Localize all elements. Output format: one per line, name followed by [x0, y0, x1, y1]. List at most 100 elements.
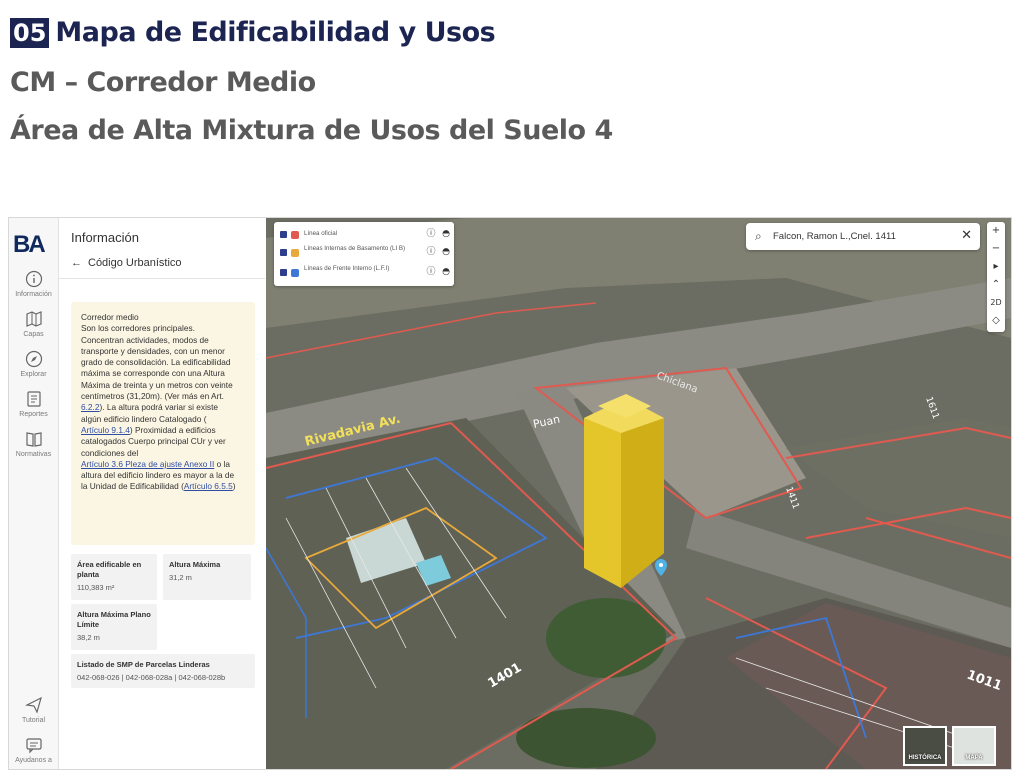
info-line: altura del edificio lindero es mayor a l… [81, 470, 235, 481]
info-icon[interactable]: ⓘ [426, 267, 436, 277]
rail-label-ayudanos: Ayudanos a [15, 757, 52, 764]
info-line: la Unidad de Edificabilidad (Artículo 6.… [81, 481, 245, 492]
info-line: centímetros (31,20m). (Ver más en Art. [81, 391, 224, 402]
card-smp-linderas: Listado de SMP de Parcelas Linderas 042-… [71, 654, 255, 688]
slide-subtitle: CM – Corredor Medio [10, 67, 316, 98]
basemap-historica-thumb[interactable]: HISTÓRICA [903, 726, 947, 766]
card-value: 110,383 m² [77, 583, 115, 592]
rail-label-explorar: Explorar [20, 371, 47, 378]
map-layers-icon [25, 311, 42, 327]
legend-swatch [291, 269, 299, 277]
legend-label: Línea oficial [304, 230, 338, 237]
info-icon[interactable]: ⓘ [426, 247, 436, 257]
link-art-3-6[interactable]: Artículo 3.6 Pleza de ajuste Anexo II [81, 459, 214, 469]
ba-logo: BA [13, 231, 46, 258]
app-screenshot: BA Información Capas Explorar Reportes N… [8, 217, 1012, 770]
slide-title: 05 Mapa de Edificabilidad y Usos [10, 16, 496, 50]
toggle-2d-button[interactable]: 2D [987, 294, 1005, 312]
rail-label-normativas: Normativas [15, 451, 52, 458]
card-label: Área edificable en planta [77, 560, 142, 579]
info-line: algún edificio lindero Catalogado ( [81, 413, 207, 424]
info-heading: Corredor medio [81, 312, 139, 322]
report-icon [26, 391, 41, 407]
card-value: 31,2 m [169, 573, 192, 582]
info-text: ). La altura podrá variar si existe [99, 402, 218, 413]
map-controls: + − ▸ ⌃ 2D ◇ [987, 222, 1005, 332]
chat-icon [25, 738, 42, 754]
panel-divider [59, 278, 265, 279]
rail-item-reportes[interactable]: Reportes [9, 390, 58, 419]
search-icon: ⌕ [755, 229, 762, 243]
rail-item-capas[interactable]: Capas [9, 310, 58, 339]
back-link[interactable]: ← Código Urbanístico [71, 256, 182, 270]
link-art-6-5-5[interactable]: Artículo 6.5.5 [184, 481, 233, 491]
info-text: la Unidad de Edificabilidad ( [81, 481, 184, 492]
info-line: Artículo 3.6 Pleza de ajuste Anexo II o … [81, 459, 245, 470]
info-text: o la [214, 458, 230, 469]
compass-button[interactable]: ▸ [987, 258, 1005, 276]
back-link-label: Código Urbanístico [88, 257, 182, 269]
panel-title: Información [71, 230, 139, 245]
legend-checkbox[interactable] [280, 269, 287, 276]
info-line: Artículo 9.1.4) Proximidad a edificios [81, 425, 245, 436]
visibility-icon[interactable]: ◓ [441, 247, 451, 257]
measure-button[interactable]: ◇ [987, 312, 1005, 330]
rail-item-normativas[interactable]: Normativas [9, 430, 58, 459]
legend-label: Líneas Internas de Basamento (LI B) [304, 245, 406, 252]
legend-label: Líneas de Frente Interno (L.F.I) [304, 265, 390, 272]
card-area-edificable: Área edificable en planta 110,383 m² [71, 554, 157, 600]
search-value[interactable]: Falcon, Ramon L.,Cnel. 1411 [773, 230, 896, 243]
rail-label-informacion: Información [15, 291, 52, 298]
clear-search-icon[interactable]: ✕ [961, 228, 972, 243]
thumb-label: MAPA [965, 755, 983, 761]
book-icon [25, 432, 42, 447]
legend-swatch [291, 249, 299, 257]
send-icon [24, 696, 42, 714]
card-label: Listado de SMP de Parcelas Linderas [77, 660, 210, 669]
info-line: catalogados Cuerpo principal CUr y ver [81, 436, 226, 447]
legend-swatch [291, 231, 299, 239]
zoom-in-button[interactable]: + [987, 222, 1005, 240]
rail-item-tutorial[interactable]: Tutorial [9, 696, 58, 725]
link-art-6-2-2[interactable]: 6.2.2 [81, 402, 99, 412]
rail-item-informacion[interactable]: Información [9, 270, 58, 299]
info-text: ) [232, 481, 236, 492]
address-search-box[interactable]: ⌕ Falcon, Ramon L.,Cnel. 1411 ✕ [746, 223, 980, 250]
card-altura-maxima: Altura Máxima 31,2 m [163, 554, 251, 600]
icon-rail: BA Información Capas Explorar Reportes N… [9, 218, 59, 769]
info-line: grado de consolidación. La edificabilida… [81, 357, 231, 368]
link-art-9-1-4[interactable]: Artículo 9.1.4 [81, 425, 130, 435]
rail-item-ayudanos[interactable]: Ayudanos a [9, 736, 58, 765]
map-legend: Línea oficial ⓘ ◓ Líneas Internas de Bas… [274, 222, 454, 286]
info-line: Concentran actividades, modos de [81, 334, 209, 345]
info-line: transporte y densidades, con un menor [81, 345, 225, 356]
legend-checkbox[interactable] [280, 249, 287, 256]
info-line: condiciones del [81, 447, 139, 458]
legend-row-linea-oficial: Línea oficial ⓘ ◓ [280, 227, 450, 243]
visibility-icon[interactable]: ◓ [441, 267, 451, 277]
tilt-button[interactable]: ⌃ [987, 276, 1005, 294]
compass-icon [25, 350, 42, 368]
card-altura-plano-limite: Altura Máxima Plano Límite 38,2 m [71, 604, 157, 650]
slide-number-badge: 05 [10, 18, 50, 48]
info-text: ) Proximidad a edificios [129, 424, 216, 435]
rail-label-reportes: Reportes [19, 411, 48, 418]
legend-checkbox[interactable] [280, 231, 287, 238]
info-panel: Información ← Código Urbanístico Corredor… [59, 218, 265, 769]
card-label: Altura Máxima [169, 560, 221, 569]
zoning-info-box: Corredor medio Son los corredores princi… [71, 302, 255, 545]
basemap-mapa-thumb[interactable]: MAPA [952, 726, 996, 766]
map-3d-view[interactable]: Rivadavia Av. Puan Chiclana 1401 1411 10… [266, 218, 1011, 769]
info-icon [25, 270, 42, 288]
slide-heading: Mapa de Edificabilidad y Usos [55, 17, 496, 48]
info-icon[interactable]: ⓘ [426, 229, 436, 239]
rail-label-tutorial: Tutorial [21, 717, 46, 724]
legend-row-frente-interno: Líneas de Frente Interno (L.F.I) ⓘ ◓ [280, 265, 450, 281]
visibility-icon[interactable]: ◓ [441, 229, 451, 239]
rail-item-explorar[interactable]: Explorar [9, 350, 58, 379]
slide-subtitle-2: Área de Alta Mixtura de Usos del Suelo 4 [10, 115, 613, 146]
map-canvas[interactable]: Rivadavia Av. Puan Chiclana 1401 1411 10… [266, 218, 1011, 769]
zoom-out-button[interactable]: − [987, 240, 1005, 258]
info-line: máxima se corresponde con una Altura [81, 368, 225, 379]
card-value: 042-068-026 | 042-068-028a | 042-068-028… [77, 673, 226, 682]
